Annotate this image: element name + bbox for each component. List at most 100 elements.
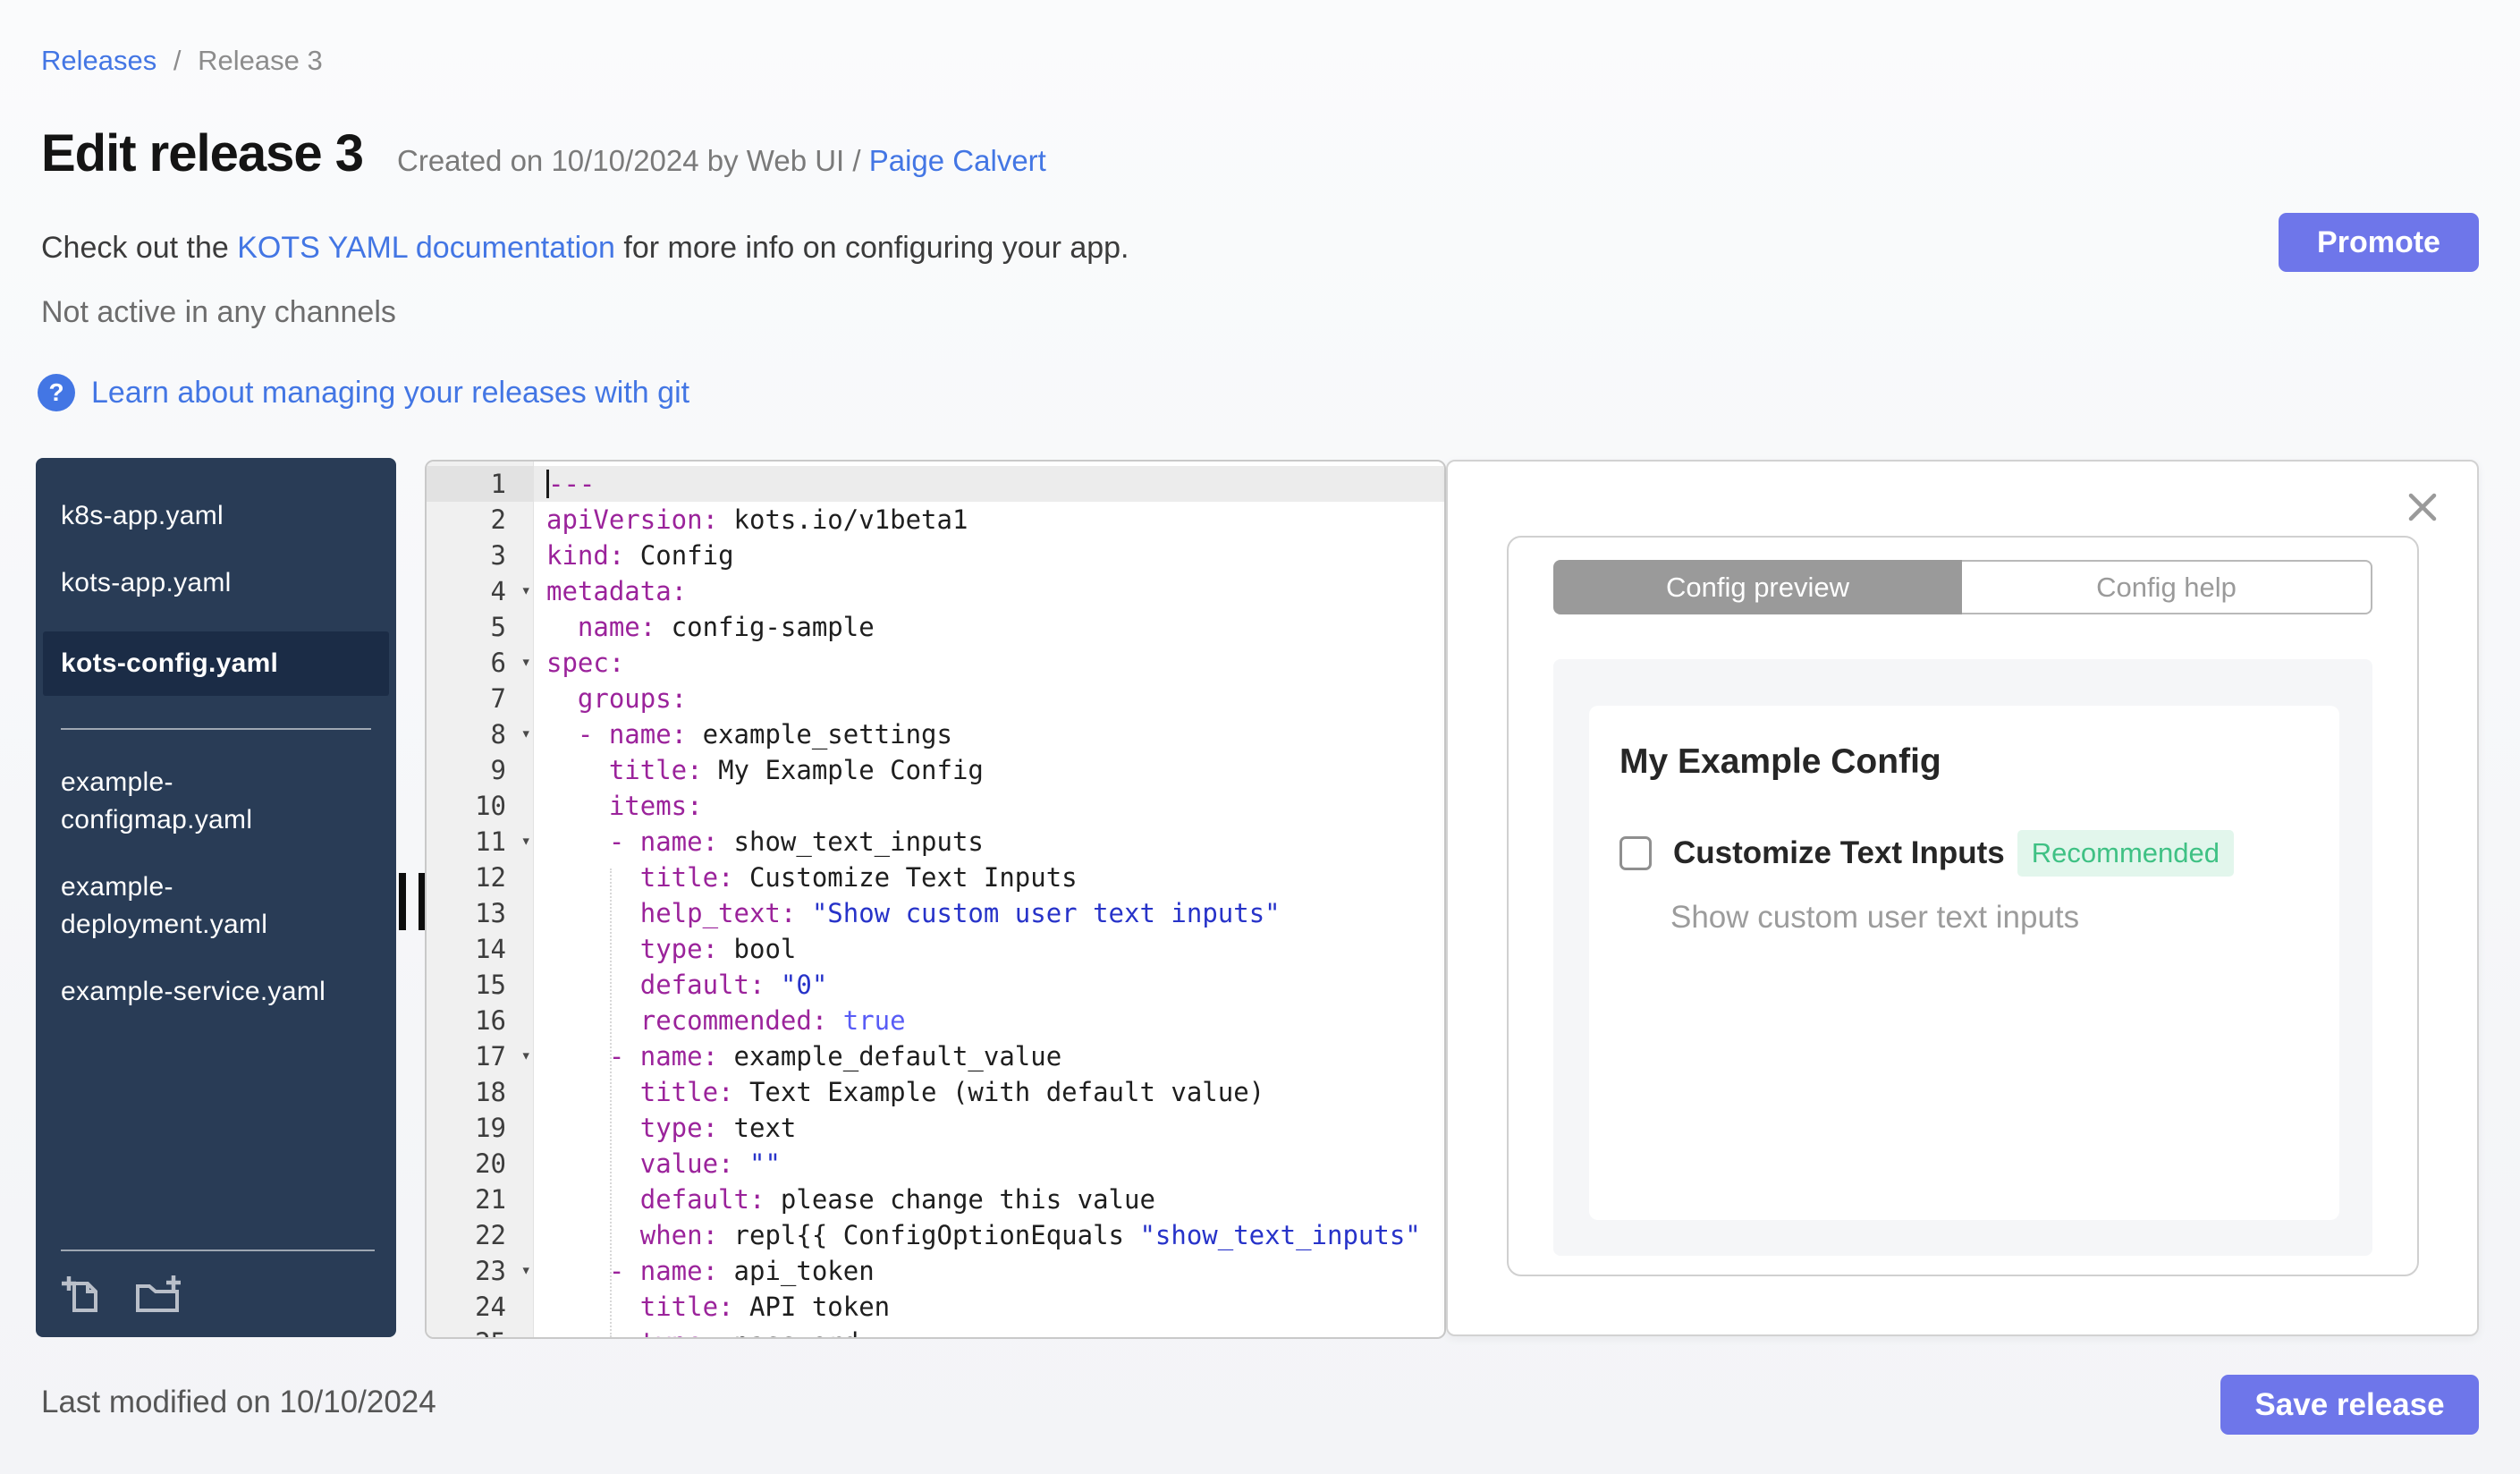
customize-text-inputs-checkbox[interactable] xyxy=(1619,836,1652,870)
code-line-7[interactable]: groups: xyxy=(534,681,1444,716)
text-cursor xyxy=(546,470,549,498)
line-number-9: 9 xyxy=(490,755,506,785)
code-line-2[interactable]: apiVersion: kots.io/v1beta1 xyxy=(534,502,1444,538)
code-line-13[interactable]: help_text: "Show custom user text inputs… xyxy=(534,895,1444,931)
question-mark-icon: ? xyxy=(38,374,75,411)
created-on-text: Created on 10/10/2024 by Web UI / Paige … xyxy=(397,144,1046,178)
code-line-18[interactable]: title: Text Example (with default value) xyxy=(534,1074,1444,1110)
line-number-22: 22 xyxy=(475,1220,506,1250)
line-number-15: 15 xyxy=(475,970,506,1000)
line-number-1: 1 xyxy=(427,466,533,502)
code-line-5[interactable]: name: config-sample xyxy=(534,609,1444,645)
line-number-12: 12 xyxy=(475,862,506,893)
line-number-23: 23 ▾ xyxy=(427,1253,533,1289)
config-preview-panel: Config preview Config help My Example Co… xyxy=(1446,460,2479,1336)
doc-suffix: for more info on configuring your app. xyxy=(623,231,1129,265)
code-line-10[interactable]: items: xyxy=(534,788,1444,824)
sidebar-file-kots-config.yaml[interactable]: kots-config.yaml xyxy=(43,631,389,696)
sidebar-file-k8s-app.yaml[interactable]: k8s-app.yaml xyxy=(61,497,358,535)
code-line-14[interactable]: type: bool xyxy=(534,931,1444,967)
breadcrumb: Releases / Release 3 xyxy=(41,45,323,77)
code-line-12[interactable]: title: Customize Text Inputs xyxy=(534,860,1444,895)
code-line-11[interactable]: - name: show_text_inputs xyxy=(534,824,1444,860)
code-line-22[interactable]: when: repl{{ ConfigOptionEquals "show_te… xyxy=(534,1217,1444,1253)
last-modified-text: Last modified on 10/10/2024 xyxy=(41,1385,436,1419)
line-number-16: 16 xyxy=(475,1005,506,1036)
new-folder-icon[interactable] xyxy=(132,1272,182,1317)
sidebar-footer xyxy=(61,1250,375,1337)
code-line-21[interactable]: default: please change this value xyxy=(534,1182,1444,1217)
editor-gutter: 1 2 3 4 ▾ 5 6 ▾ 7 8 ▾ 9 10 11 ▾ 12 13 14 15 16 17 ▾ 18 19 20 21 22… xyxy=(427,462,534,1337)
preview-card: Config preview Config help My Example Co… xyxy=(1507,536,2419,1276)
line-number-17: 17 ▾ xyxy=(427,1038,533,1074)
fold-arrow-icon[interactable]: ▾ xyxy=(521,572,531,608)
line-number-4: 4 ▾ xyxy=(427,573,533,609)
git-releases-link[interactable]: Learn about managing your releases with … xyxy=(91,376,689,411)
recommended-badge: Recommended xyxy=(2017,830,2234,877)
created-by-link[interactable]: Paige Calvert xyxy=(869,144,1046,177)
line-number-6: 6 ▾ xyxy=(427,645,533,681)
code-line-15[interactable]: default: "0" xyxy=(534,967,1444,1003)
sidebar-file-example-deployment.yaml[interactable]: example-deployment.yaml xyxy=(61,868,358,944)
fold-arrow-icon[interactable]: ▾ xyxy=(521,1038,531,1073)
config-item-help-text: Show custom user text inputs xyxy=(1670,900,2080,935)
channel-status: Not active in any channels xyxy=(41,295,396,329)
code-line-8[interactable]: - name: example_settings xyxy=(534,716,1444,752)
line-number-13: 13 xyxy=(475,898,506,928)
save-release-button[interactable]: Save release xyxy=(2220,1375,2479,1435)
file-sidebar: k8s-app.yaml kots-app.yaml kots-config.yam… xyxy=(36,458,396,1337)
code-line-9[interactable]: title: My Example Config xyxy=(534,752,1444,788)
code-line-24[interactable]: title: API token xyxy=(534,1289,1444,1325)
git-help-line: ? Learn about managing your releases wit… xyxy=(38,374,689,411)
config-item-row: Customize Text Inputs Recommended xyxy=(1619,830,2313,877)
preview-body: My Example Config Customize Text Inputs … xyxy=(1553,659,2372,1256)
config-item-label: Customize Text Inputs xyxy=(1673,835,2005,870)
tab-config-help[interactable]: Config help xyxy=(1962,560,2372,614)
code-line-20[interactable]: value: "" xyxy=(534,1146,1444,1182)
line-number-14: 14 xyxy=(475,934,506,964)
sidebar-resize-handle[interactable] xyxy=(399,873,426,930)
code-line-3[interactable]: kind: Config xyxy=(534,538,1444,573)
sidebar-file-example-service.yaml[interactable]: example-service.yaml xyxy=(61,973,358,1011)
code-line-1[interactable]: --- xyxy=(534,466,1444,502)
fold-arrow-icon[interactable]: ▾ xyxy=(521,644,531,680)
page-title: Edit release 3 xyxy=(41,124,364,182)
line-number-5: 5 xyxy=(490,612,506,642)
line-number-7: 7 xyxy=(490,683,506,714)
line-number-19: 19 xyxy=(475,1113,506,1143)
close-icon[interactable] xyxy=(2404,488,2441,526)
code-line-4[interactable]: metadata: xyxy=(534,573,1444,609)
code-line-6[interactable]: spec: xyxy=(534,645,1444,681)
breadcrumb-releases-link[interactable]: Releases xyxy=(41,45,156,76)
code-line-19[interactable]: type: text xyxy=(534,1110,1444,1146)
fold-arrow-icon[interactable]: ▾ xyxy=(521,1252,531,1288)
kots-yaml-doc-link[interactable]: KOTS YAML documentation xyxy=(237,231,615,265)
doc-prefix: Check out the xyxy=(41,231,229,265)
code-line-23[interactable]: - name: api_token xyxy=(534,1253,1444,1289)
editor-code[interactable]: --- apiVersion: kots.io/v1beta1 kind: Conf… xyxy=(534,462,1444,1337)
config-group-card: My Example Config Customize Text Inputs … xyxy=(1589,706,2339,1220)
yaml-editor[interactable]: 1 2 3 4 ▾ 5 6 ▾ 7 8 ▾ 9 10 11 ▾ 12 13 14 15 16 17 ▾ 18 19 20 21 22… xyxy=(425,460,1446,1339)
tab-config-preview[interactable]: Config preview xyxy=(1553,560,1962,614)
line-number-3: 3 xyxy=(490,540,506,571)
preview-tab-bar: Config preview Config help xyxy=(1553,560,2372,614)
code-line-25[interactable]: type: password xyxy=(534,1325,1444,1337)
line-number-25: 25 xyxy=(427,1325,533,1337)
fold-arrow-icon[interactable]: ▾ xyxy=(521,823,531,859)
breadcrumb-separator: / xyxy=(173,45,182,76)
promote-button[interactable]: Promote xyxy=(2279,213,2479,272)
line-number-10: 10 xyxy=(475,791,506,821)
new-file-icon[interactable] xyxy=(61,1272,106,1317)
sidebar-file-kots-app.yaml[interactable]: kots-app.yaml xyxy=(61,564,358,602)
line-number-8: 8 ▾ xyxy=(427,716,533,752)
created-on-prefix: Created on 10/10/2024 by Web UI / xyxy=(397,144,861,177)
code-line-17[interactable]: - name: example_default_value xyxy=(534,1038,1444,1074)
indent-guide xyxy=(610,868,612,1337)
line-number-18: 18 xyxy=(475,1077,506,1107)
title-row: Edit release 3 Created on 10/10/2024 by … xyxy=(41,123,1046,183)
line-number-24: 24 xyxy=(475,1292,506,1322)
fold-arrow-icon[interactable]: ▾ xyxy=(521,716,531,751)
code-line-16[interactable]: recommended: true xyxy=(534,1003,1444,1038)
line-number-21: 21 xyxy=(475,1184,506,1215)
sidebar-file-example-configmap.yaml[interactable]: example-configmap.yaml xyxy=(61,764,358,839)
